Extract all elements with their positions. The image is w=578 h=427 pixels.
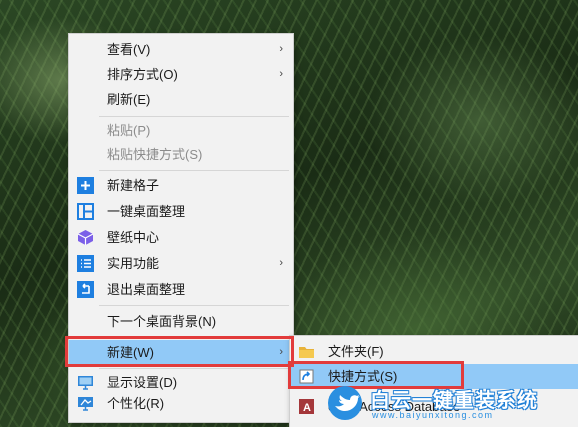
menu-item-refresh[interactable]: 刷新(E) [69, 87, 293, 112]
menu-item-label: 查看(V) [107, 42, 151, 57]
layout-grid-icon [77, 203, 94, 220]
watermark-text: 白云一键重装系统 [370, 390, 538, 412]
menu-item-label: 新建格子 [107, 178, 160, 193]
menu-item-one-click-organize[interactable]: 一键桌面整理 [69, 199, 293, 224]
menu-separator [99, 170, 289, 171]
menu-item-label: 粘贴快捷方式(S) [107, 147, 203, 162]
menu-item-paste-shortcut: 粘贴快捷方式(S) [69, 142, 293, 167]
menu-separator [99, 368, 289, 369]
menu-item-label: 粘贴(P) [107, 123, 151, 138]
menu-item-label: 新建(W) [107, 345, 154, 360]
bird-logo-icon [328, 386, 362, 420]
watermark: 白云一键重装系统 www.baiyunxitong.com [328, 382, 578, 424]
menu-item-label: 一键桌面整理 [107, 204, 186, 219]
menu-item-label: 退出桌面整理 [107, 282, 186, 297]
plus-square-icon [77, 177, 94, 194]
submenu-item-label: 文件夹(F) [328, 344, 384, 359]
personalize-icon [77, 395, 94, 412]
menu-item-utilities[interactable]: 实用功能 › [69, 251, 293, 276]
chevron-right-icon: › [279, 43, 283, 55]
watermark-url: www.baiyunxitong.com [372, 410, 494, 420]
menu-separator [99, 116, 289, 117]
access-icon: A [298, 398, 315, 415]
wallpaper-cube-icon [77, 229, 94, 246]
shortcut-icon [298, 368, 315, 385]
monitor-icon [77, 374, 94, 391]
menu-item-label: 壁纸中心 [107, 230, 160, 245]
menu-item-personalize[interactable]: 个性化(R) [69, 391, 293, 416]
menu-item-exit-organize[interactable]: 退出桌面整理 [69, 277, 293, 302]
menu-item-label: 刷新(E) [107, 92, 151, 107]
exit-icon [77, 281, 94, 298]
chevron-right-icon: › [279, 257, 283, 269]
menu-item-label: 下一个桌面背景(N) [107, 314, 217, 329]
menu-item-wallpaper-center[interactable]: 壁纸中心 [69, 225, 293, 250]
menu-item-label: 个性化(R) [107, 396, 165, 411]
svg-text:A: A [303, 402, 311, 414]
menu-item-view[interactable]: 查看(V) › [69, 37, 293, 62]
desktop-context-menu: 查看(V) › 排序方式(O) › 刷新(E) 粘贴(P) 粘贴快捷方式(S) … [68, 33, 294, 423]
menu-item-paste: 粘贴(P) [69, 118, 293, 143]
menu-separator [99, 305, 289, 306]
menu-separator [99, 336, 289, 337]
menu-item-next-background[interactable]: 下一个桌面背景(N) [69, 309, 293, 334]
menu-item-new[interactable]: 新建(W) › [69, 340, 293, 365]
menu-item-label: 排序方式(O) [107, 67, 178, 82]
chevron-right-icon: › [279, 346, 283, 358]
chevron-right-icon: › [279, 68, 283, 80]
menu-item-sort-by[interactable]: 排序方式(O) › [69, 62, 293, 87]
folder-icon [298, 343, 315, 360]
menu-item-label: 实用功能 [107, 256, 160, 271]
list-icon [77, 255, 94, 272]
menu-item-new-grid[interactable]: 新建格子 [69, 173, 293, 198]
submenu-item-folder[interactable]: 文件夹(F) [290, 339, 578, 364]
